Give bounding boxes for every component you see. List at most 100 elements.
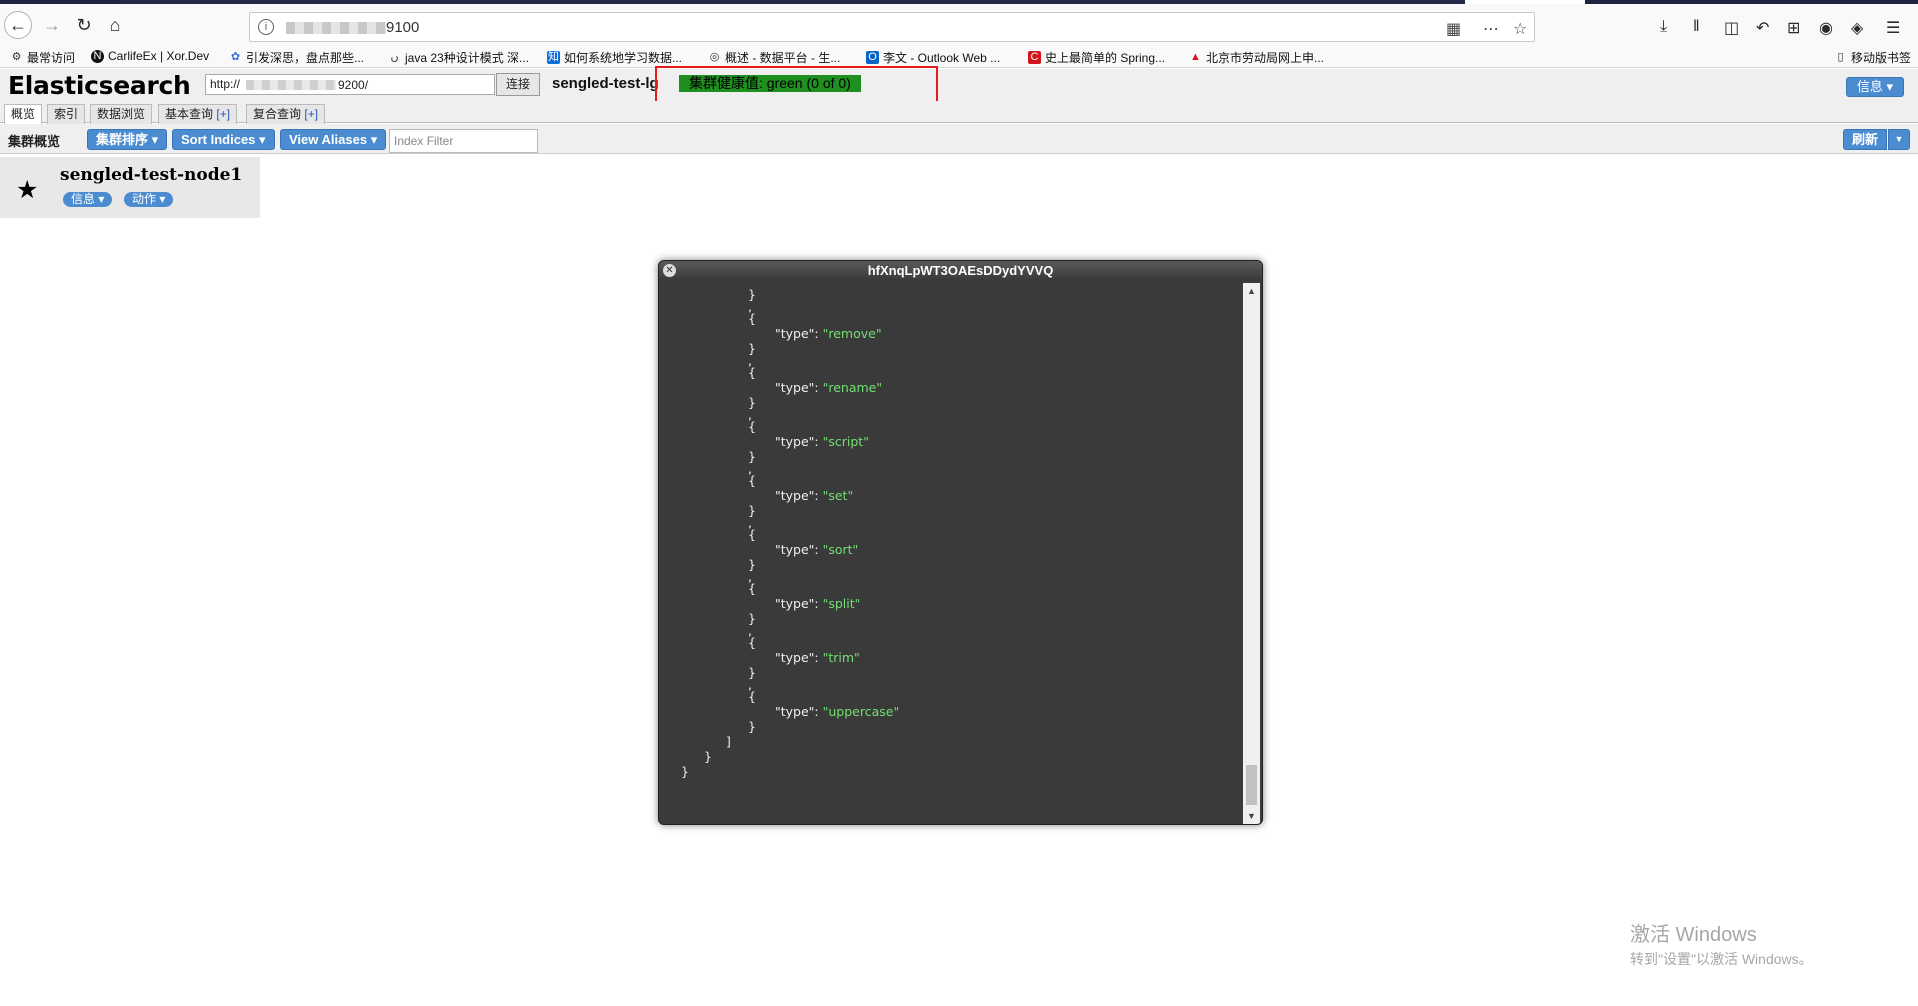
caret-down-icon: ▾	[151, 132, 159, 147]
arrow-right-icon: →	[43, 14, 61, 35]
json-string-value: "uppercase"	[822, 704, 900, 719]
es-tab-bar: 概览 索引 数据浏览 基本查询 [+] 复合查询 [+]	[0, 101, 1918, 125]
node-card: ★ sengled-test-node1 信息 ▾ 动作 ▾	[0, 157, 260, 218]
windows-activation-watermark: 激活 Windows 转到"设置"以激活 Windows。	[1630, 924, 1813, 967]
json-line: {	[748, 311, 756, 326]
tab-indices[interactable]: 索引	[47, 104, 86, 124]
info-dropdown-button[interactable]: 信息 ▾	[1845, 77, 1904, 97]
bookmark-item[interactable]: ◎ 概述 - 数据平台 - 生...	[708, 49, 841, 66]
json-line: {	[748, 581, 756, 596]
cluster-name: sengled-test-lg	[552, 75, 659, 92]
back-button[interactable]: ←	[4, 11, 32, 39]
sort-cluster-dropdown[interactable]: 集群排序 ▾	[87, 129, 168, 150]
bookmark-item[interactable]: ⚙ 最常访问	[10, 49, 75, 66]
caret-down-icon: ▾	[159, 192, 166, 206]
qr-code-icon[interactable]: ▦	[1446, 19, 1461, 39]
scroll-down-icon[interactable]: ▼	[1243, 808, 1260, 824]
menu-icon[interactable]: ☰	[1886, 18, 1900, 38]
extension-icon[interactable]: ◈	[1851, 18, 1863, 38]
navigation-toolbar: ← → ↻ ⌂ i 9100 ▦ ⋯ ☆ ⤓ ‖ ◫ ↶ ⊞ ◉ ◈ ☰	[0, 4, 1918, 46]
chat-icon[interactable]: ◉	[1819, 18, 1833, 38]
close-icon[interactable]: ✕	[663, 264, 676, 277]
json-line: {	[748, 473, 756, 488]
connect-button[interactable]: 连接	[496, 73, 540, 96]
gov-icon: ▲	[1190, 51, 1201, 63]
bookmarks-toolbar: ⚙ 最常访问 N CarlifeEx | Xor.Dev ✿ 引发深思，盘点那些...…	[0, 46, 1918, 68]
undo-icon[interactable]: ↶	[1756, 18, 1769, 38]
phone-icon: ▯	[1837, 51, 1844, 63]
baidu-paw-icon: ✿	[230, 51, 241, 63]
node-name: sengled-test-node1	[60, 165, 243, 185]
bookmark-item[interactable]: ▲ 北京市劳动局网上申...	[1189, 49, 1324, 66]
view-aliases-dropdown[interactable]: View Aliases ▾	[280, 129, 387, 150]
json-string-value: "sort"	[822, 542, 859, 557]
json-line: "type": "sort"	[775, 542, 859, 557]
address-bar[interactable]: i 9100 ▦ ⋯ ☆	[249, 12, 1535, 42]
app-title: Elasticsearch	[8, 71, 191, 100]
gear-icon: ⚙	[11, 51, 22, 63]
bookmark-item[interactable]: C 史上最简单的 Spring...	[1028, 49, 1165, 66]
json-line: "type": "set"	[775, 488, 854, 503]
json-content: },{"type": "remove"},{"type": "rename"},…	[659, 283, 1242, 824]
sidebar-icon[interactable]: ◫	[1724, 18, 1739, 38]
json-line: "type": "rename"	[775, 380, 883, 395]
bookmark-item[interactable]: 知如何系统地学习数据...	[547, 49, 682, 66]
arrow-left-icon: ←	[9, 14, 27, 35]
json-string-value: "remove"	[822, 326, 882, 341]
sort-indices-dropdown[interactable]: Sort Indices ▾	[172, 129, 275, 150]
bookmark-item[interactable]: N CarlifeEx | Xor.Dev	[91, 49, 209, 63]
forward-button[interactable]: →	[38, 11, 66, 39]
reload-button[interactable]: ↻	[70, 11, 98, 39]
dialog-title: ✕ hfXnqLpWT3OAEsDDydYVVQ	[659, 261, 1262, 281]
mobile-bookmarks[interactable]: ▯ 移动版书签	[1834, 49, 1911, 66]
json-string-value: "rename"	[822, 380, 883, 395]
tab-overview[interactable]: 概览	[4, 104, 43, 125]
node-action-button[interactable]: 动作 ▾	[124, 192, 174, 207]
node-info-button[interactable]: 信息 ▾	[63, 192, 113, 207]
download-icon[interactable]: ⤓	[1660, 18, 1667, 36]
json-line: "type": "remove"	[775, 326, 882, 341]
caret-down-icon: ▾	[1886, 79, 1893, 94]
caret-down-icon: ▾	[370, 132, 378, 147]
refresh-options-button[interactable]: ▼	[1888, 129, 1910, 150]
home-icon: ⌂	[109, 14, 121, 35]
json-line: {	[748, 419, 756, 434]
json-line: ]	[726, 734, 731, 749]
json-line: "type": "split"	[775, 596, 861, 611]
master-star-icon: ★	[16, 176, 39, 204]
url-text: 9100	[386, 19, 420, 36]
caret-down-icon: ▾	[259, 132, 266, 147]
home-button[interactable]: ⌂	[101, 11, 129, 39]
es-header: Elasticsearch http:// 9200/ 连接 sengled-t…	[0, 69, 1918, 101]
n-logo-icon: N	[91, 49, 104, 63]
json-line: "type": "uppercase"	[775, 704, 900, 719]
site-info-icon[interactable]: i	[258, 19, 274, 35]
more-actions-icon[interactable]: ⋯	[1483, 19, 1499, 39]
library-icon[interactable]: ‖	[1693, 18, 1700, 36]
zhihu-icon: 知	[547, 51, 560, 64]
json-string-value: "trim"	[822, 650, 860, 665]
json-line: }	[748, 719, 756, 734]
refresh-button[interactable]: 刷新	[1843, 129, 1887, 150]
dialog-scrollbar[interactable]: ▲ ▼	[1243, 283, 1260, 824]
csdn-icon: ں	[390, 51, 399, 63]
cluster-url-input[interactable]: http:// 9200/	[205, 74, 495, 95]
bookmark-item[interactable]: ✿ 引发深思，盘点那些...	[229, 49, 364, 66]
json-string-value: "script"	[822, 434, 869, 449]
tab-browser[interactable]: 数据浏览	[90, 104, 153, 124]
tab-basic-query[interactable]: 基本查询 [+]	[158, 104, 238, 124]
scroll-up-icon[interactable]: ▲	[1243, 283, 1260, 299]
index-filter-input[interactable]: Index Filter	[389, 129, 538, 153]
crop-icon[interactable]: ⊞	[1787, 18, 1800, 38]
scroll-thumb[interactable]	[1246, 765, 1257, 805]
bookmark-star-icon[interactable]: ☆	[1513, 19, 1527, 39]
c-logo-icon: C	[1028, 51, 1041, 64]
globe-icon: ◎	[709, 51, 720, 63]
bookmark-item[interactable]: O 李文 - Outlook Web ...	[866, 49, 1000, 66]
json-string-value: "split"	[822, 596, 861, 611]
tab-compound-query[interactable]: 复合查询 [+]	[246, 104, 326, 124]
json-string-value: "set"	[822, 488, 854, 503]
section-title: 集群概览	[8, 134, 61, 149]
bookmark-item[interactable]: ں java 23种设计模式 深...	[388, 49, 529, 66]
es-toolbar: 集群概览 集群排序 ▾ Sort Indices ▾ View Aliases …	[0, 124, 1918, 154]
